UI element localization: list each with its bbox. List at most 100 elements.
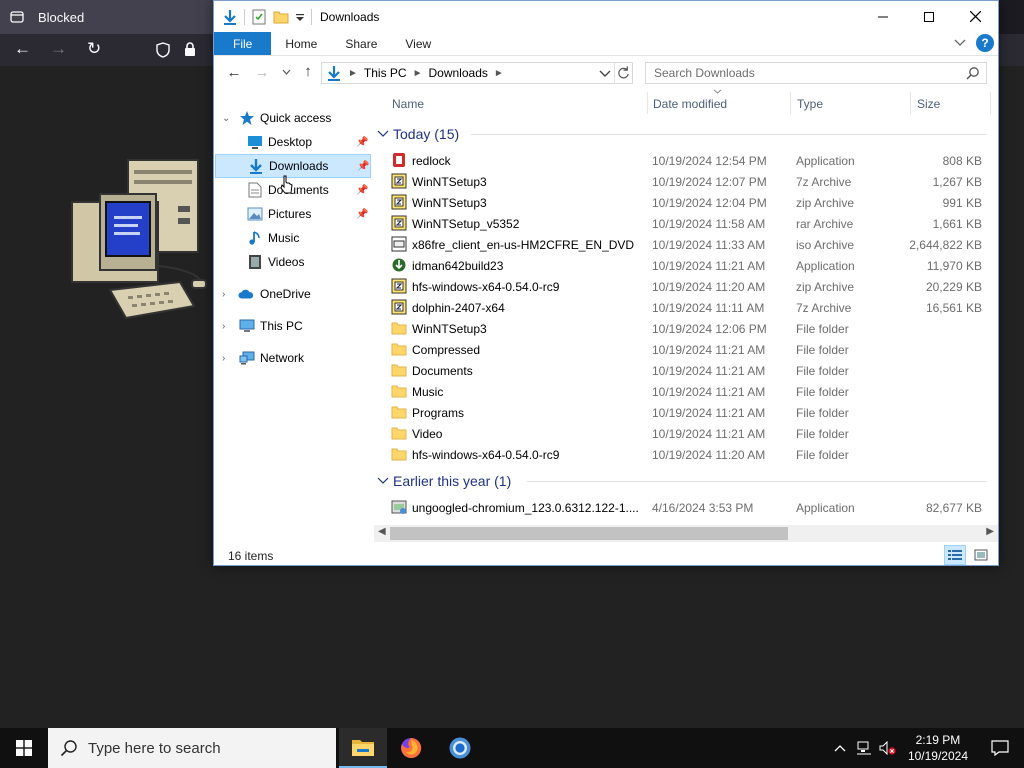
file-row[interactable]: Compressed 10/19/2024 11:21 AM File folder <box>371 339 983 360</box>
desktop-icon <box>247 134 263 150</box>
large-icons-view-button[interactable] <box>970 545 992 565</box>
nav-videos[interactable]: Videos <box>214 250 371 274</box>
shield-icon[interactable] <box>156 42 170 58</box>
taskbar-file-explorer[interactable] <box>339 728 387 768</box>
breadcrumb-downloads[interactable]: Downloads <box>429 66 488 80</box>
clock[interactable]: 2:19 PM 10/19/2024 <box>900 732 976 764</box>
chevron-right-icon[interactable]: › <box>222 353 232 364</box>
scroll-left-icon[interactable]: ◀ <box>378 526 386 537</box>
taskbar-search-input[interactable]: Type here to search <box>48 728 336 768</box>
expand-ribbon-icon[interactable] <box>954 39 966 47</box>
refresh-icon[interactable] <box>614 63 632 83</box>
file-row[interactable]: x86fre_client_en-us-HM2CFRE_EN_DVD 10/19/… <box>371 234 983 255</box>
file-row[interactable]: dolphin-2407-x64 10/19/2024 11:11 AM 7z Ar… <box>371 297 983 318</box>
forward-button[interactable]: → <box>249 64 275 81</box>
pin-icon[interactable]: 📌 <box>356 185 368 196</box>
file-row[interactable]: WinNTSetup3 10/19/2024 12:04 PM zip Archiv… <box>371 192 983 213</box>
file-row[interactable]: Documents 10/19/2024 11:21 AM File folder <box>371 360 983 381</box>
chevron-right-icon[interactable]: › <box>222 289 232 300</box>
chevron-down-icon[interactable] <box>377 477 389 485</box>
file-row[interactable]: Video 10/19/2024 11:21 AM File folder <box>371 423 983 444</box>
tab-overview-icon[interactable] <box>10 10 24 24</box>
group-header-today[interactable]: Today (15) <box>377 123 459 145</box>
lock-icon[interactable] <box>183 41 197 57</box>
column-type[interactable]: Type <box>797 97 823 111</box>
nav-music[interactable]: Music <box>214 226 371 250</box>
tab-share[interactable]: Share <box>331 32 391 55</box>
pin-icon[interactable]: 📌 <box>357 161 369 172</box>
file-row[interactable]: WinNTSetup3 10/19/2024 12:07 PM 7z Archive… <box>371 171 983 192</box>
maximize-button[interactable] <box>906 1 952 32</box>
chevron-down-icon[interactable] <box>377 130 389 138</box>
nav-this-pc[interactable]: › This PC <box>214 314 371 338</box>
volume-muted-icon[interactable] <box>876 741 900 755</box>
column-name[interactable]: Name <box>392 97 424 111</box>
chevron-right-icon[interactable]: ► <box>494 68 504 79</box>
help-button[interactable]: ? <box>976 34 994 52</box>
file-row[interactable]: hfs-windows-x64-0.54.0-rc9 10/19/2024 11:… <box>371 276 983 297</box>
column-divider[interactable] <box>990 92 991 114</box>
nav-quick-access[interactable]: ⌄ Quick access <box>214 106 371 130</box>
scroll-right-icon[interactable]: ▶ <box>986 526 994 537</box>
column-divider[interactable] <box>647 92 648 114</box>
breadcrumb-this-pc[interactable]: This PC <box>364 66 407 80</box>
nav-onedrive[interactable]: › OneDrive <box>214 282 371 306</box>
file-row[interactable]: WinNTSetup_v5352 10/19/2024 11:58 AM rar A… <box>371 213 983 234</box>
column-date-modified[interactable]: Date modified <box>653 97 727 111</box>
search-input[interactable]: Search Downloads <box>645 62 987 84</box>
back-icon[interactable]: ← <box>14 40 31 57</box>
notifications-icon[interactable] <box>976 740 1024 756</box>
taskbar-chromium[interactable] <box>436 728 484 768</box>
minimize-button[interactable] <box>860 1 906 32</box>
nav-desktop[interactable]: Desktop 📌 <box>214 130 371 154</box>
back-button[interactable]: ← <box>221 64 247 81</box>
chevron-right-icon[interactable]: ► <box>348 68 358 79</box>
properties-icon[interactable] <box>251 9 267 25</box>
details-view-button[interactable] <box>944 545 966 565</box>
close-button[interactable] <box>952 1 998 32</box>
group-header-earlier[interactable]: Earlier this year (1) <box>377 470 511 492</box>
forward-icon[interactable]: → <box>50 40 67 57</box>
browser-tab[interactable]: Blocked <box>0 0 213 34</box>
sort-indicator-icon <box>713 89 722 94</box>
show-hidden-icons-icon[interactable] <box>828 744 852 752</box>
nav-network[interactable]: › Network <box>214 346 371 370</box>
file-row[interactable]: idman642build23 10/19/2024 11:21 AM Applic… <box>371 255 983 276</box>
column-divider[interactable] <box>910 92 911 114</box>
up-button[interactable]: ↑ <box>295 63 321 80</box>
browser-tab-title: Blocked <box>38 9 85 25</box>
search-icon[interactable] <box>966 66 980 80</box>
horizontal-scrollbar[interactable]: ◀ ▶ <box>374 525 998 542</box>
scrollbar-thumb[interactable] <box>390 527 788 540</box>
navigation-pane: ⌄ Quick access Desktop 📌 Downloads 📌 Doc… <box>214 100 371 540</box>
file-type: File folder <box>796 364 849 378</box>
column-size[interactable]: Size <box>917 97 940 111</box>
file-row[interactable]: redlock 10/19/2024 12:54 PM Application 808… <box>371 150 983 171</box>
customize-dropdown-icon[interactable] <box>295 9 305 25</box>
file-row[interactable]: Music 10/19/2024 11:21 AM File folder <box>371 381 983 402</box>
address-bar[interactable]: ► This PC ► Downloads ► <box>321 62 633 84</box>
file-row[interactable]: ungoogled-chromium_123.0.6312.122-1.... 4… <box>371 497 983 518</box>
network-icon[interactable] <box>852 741 876 755</box>
file-row[interactable]: hfs-windows-x64-0.54.0-rc9 10/19/2024 11:… <box>371 444 983 465</box>
pin-icon[interactable]: 📌 <box>356 209 368 220</box>
nav-pictures[interactable]: Pictures 📌 <box>214 202 371 226</box>
file-row[interactable]: WinNTSetup3 10/19/2024 12:06 PM File folde… <box>371 318 983 339</box>
tab-home[interactable]: Home <box>271 32 331 55</box>
tab-file[interactable]: File <box>214 32 272 55</box>
file-date: 10/19/2024 11:20 AM <box>652 280 766 294</box>
start-button[interactable] <box>0 728 48 768</box>
column-divider[interactable] <box>790 92 791 114</box>
pin-icon[interactable]: 📌 <box>356 137 368 148</box>
reload-icon[interactable]: ↻ <box>87 40 101 57</box>
tab-view[interactable]: View <box>391 32 445 55</box>
taskbar-firefox[interactable] <box>387 728 435 768</box>
chevron-down-icon[interactable]: ⌄ <box>222 113 232 124</box>
file-type: 7z Archive <box>796 301 852 315</box>
file-row[interactable]: Programs 10/19/2024 11:21 AM File folder <box>371 402 983 423</box>
chevron-right-icon[interactable]: › <box>222 321 232 332</box>
address-history-icon[interactable] <box>596 63 614 83</box>
chevron-right-icon[interactable]: ► <box>413 68 423 79</box>
recent-locations-icon[interactable] <box>282 69 291 75</box>
new-folder-icon[interactable] <box>273 9 289 25</box>
